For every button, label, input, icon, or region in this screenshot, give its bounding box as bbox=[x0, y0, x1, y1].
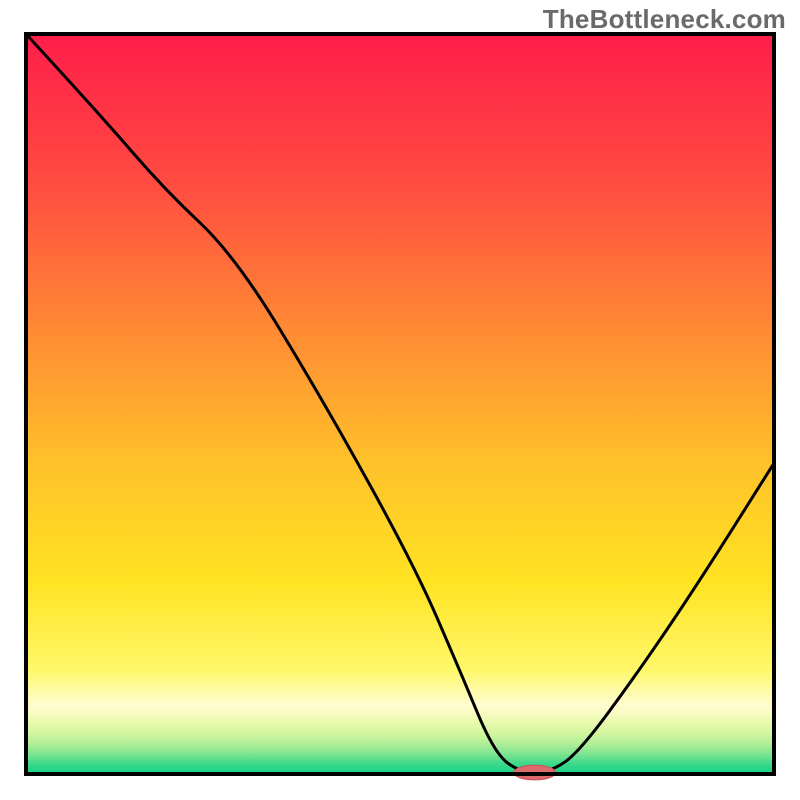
plot-background bbox=[26, 34, 774, 774]
watermark-text: TheBottleneck.com bbox=[543, 4, 786, 35]
chart-stage: TheBottleneck.com bbox=[0, 0, 800, 800]
bottleneck-chart bbox=[0, 0, 800, 800]
